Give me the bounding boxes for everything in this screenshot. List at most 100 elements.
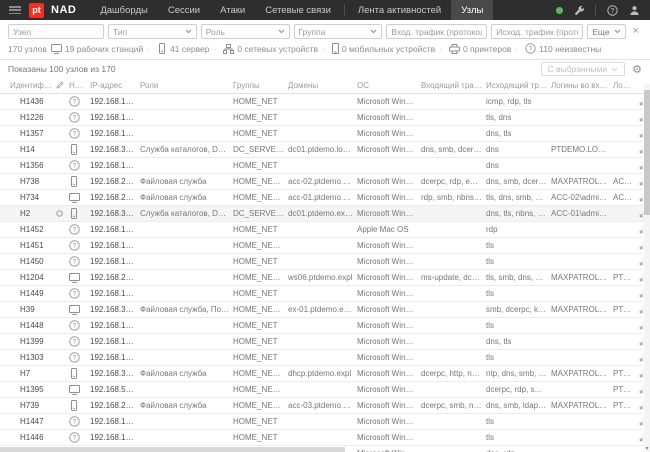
table-row[interactable]: H1399? 192.168.10.171 HOME_NET Microsoft Wi… [0, 334, 650, 350]
node-filter-input[interactable] [8, 24, 104, 39]
os-cell: Microsoft Windows N... [357, 193, 421, 202]
node-id-cell: H1226 [20, 113, 44, 122]
ip-cell: 192.168.31.11 [90, 369, 140, 378]
roles-cell: Файловая служба [140, 193, 207, 202]
unknown-icon: ? [69, 288, 90, 299]
node-id-cell: H1436 [20, 97, 44, 106]
domains-cell: dhcp.ptdemo.expl [288, 369, 352, 378]
traffic-out-cell: icmp, rdp, tls [486, 97, 532, 106]
table-row[interactable]: H1436? 192.168.10.102 HOME_NET Microsoft Wi… [0, 94, 650, 110]
table-row[interactable]: H1204 192.168.22.98 HOME_NET, Roo...ws06.p… [0, 270, 650, 286]
svg-text:?: ? [73, 435, 77, 442]
logins-cell: PTDEMO [613, 369, 637, 378]
traffic-out-cell: tls [486, 433, 494, 442]
header-name: Назв... [69, 81, 90, 90]
logins-in-cell: MAXPATROL8$, PTDE... [551, 401, 613, 410]
type-filter-select[interactable]: Тип [108, 24, 197, 39]
groups-cell: HOME_NET [233, 225, 278, 234]
groups-cell: HOME_NET [233, 353, 278, 362]
node-id-cell: H39 [20, 305, 35, 314]
nav-item-сессии[interactable]: Сессии [158, 0, 210, 20]
user-icon[interactable] [628, 4, 640, 16]
table-row[interactable]: H7 192.168.31.11 Файловая служба HOME_NET, … [0, 366, 650, 382]
unknown-icon: ? [69, 240, 90, 251]
ip-cell: 192.168.10.72 [90, 161, 140, 170]
vertical-scrollbar[interactable]: ▾ [644, 84, 650, 452]
with-selected-button[interactable]: С выбранными [540, 62, 626, 76]
vertical-scrollbar-thumb[interactable] [644, 90, 650, 215]
node-id-cell: H14 [20, 145, 35, 154]
os-cell: Microsoft Windows N... [357, 257, 421, 266]
stat-label: 110 неизвестны [539, 43, 602, 54]
server-icon [69, 400, 90, 411]
traffic-in-cell: dcerpc, rdp, encrypted, ... [421, 177, 486, 186]
os-cell: Microsoft Windows N... [357, 369, 421, 378]
table-row[interactable]: H1357? 192.168.10.85 HOME_NET Microsoft Win… [0, 126, 650, 142]
roles-cell: Файловая служба [140, 177, 207, 186]
traffic-out-cell: dns, smb, dcerpc, ldap, ... [486, 177, 551, 186]
role-filter-select[interactable]: Роль [200, 24, 290, 39]
table-row[interactable]: H14 192.168.30.1Служба каталогов, DNS-сер… [0, 142, 650, 158]
stat-item: 41 сервер [147, 43, 209, 54]
chevron-down-icon [611, 67, 618, 71]
os-cell: Microsoft Windows N... [357, 209, 421, 218]
outbound-traffic-filter-input[interactable] [491, 24, 584, 39]
node-id-cell: H7 [20, 369, 31, 378]
svg-text:?: ? [73, 227, 77, 234]
header-traffic-out: Исходящий трафик [486, 81, 551, 90]
table-row[interactable]: H1395 192.168.55.21 HOME_NET, Roo... Micros… [0, 382, 650, 398]
chevron-down-icon [614, 29, 620, 34]
clear-filters-icon[interactable]: × [630, 26, 642, 37]
more-filters-button[interactable]: Еще [587, 24, 626, 39]
gear-icon[interactable]: ⚙ [632, 64, 642, 75]
group-filter-select[interactable]: Группа [293, 24, 383, 39]
table-row[interactable]: H1226? 192.168.10.89 HOME_NET Microsoft Win… [0, 110, 650, 126]
inbound-traffic-filter-input[interactable] [386, 24, 488, 39]
wrench-icon[interactable] [573, 4, 585, 16]
ip-cell: 192.168.10.165 [90, 353, 140, 362]
node-id-cell: H1395 [20, 385, 44, 394]
table-row[interactable]: H1449? 192.168.10.202 HOME_NET Microsoft Wi… [0, 286, 650, 302]
ip-cell: 192.168.10.92 [90, 433, 140, 442]
traffic-out-cell: dns, tls [486, 129, 512, 138]
shown-count-text: Показаны 100 узлов из 170 [8, 64, 116, 74]
groups-cell: DC_SERVERS, H... [233, 209, 288, 218]
table-row[interactable]: H1451? 192.168.10.254 HOME_NET, Roo... Micr… [0, 238, 650, 254]
table-row[interactable]: H1356? 192.168.10.72 HOME_NET dns [0, 158, 650, 174]
groups-cell: HOME_NET, Roo... [233, 193, 288, 202]
nav-item-атаки[interactable]: Атаки [210, 0, 255, 20]
nav-item-лента-активностей[interactable]: Лента активностей [348, 0, 451, 20]
svg-text:?: ? [73, 131, 77, 138]
table-row[interactable]: H1446? 192.168.10.92 HOME_NET Microsoft Win… [0, 430, 650, 446]
table-row[interactable]: H1450? 192.168.10.245 HOME_NET Microsoft Wi… [0, 254, 650, 270]
horizontal-scrollbar-thumb[interactable] [0, 447, 345, 452]
help-icon[interactable]: ? [606, 4, 618, 16]
nav-item-дашборды[interactable]: Дашборды [90, 0, 158, 20]
table-row[interactable]: H734 192.168.23.1 Файловая служба HOME_NET,… [0, 190, 650, 206]
hamburger-menu-icon[interactable] [9, 6, 21, 14]
logins-in-cell: ACC-01\admin-acc01, ... [551, 209, 613, 218]
logins-in-cell: MAXPATROL8$, PTDE... [551, 369, 613, 378]
pt-logo[interactable]: pt [29, 2, 44, 18]
table-row[interactable]: H2 192.168.31.1Служба каталогов, DNS-серв… [0, 206, 650, 222]
nav-item-сетевые-связи[interactable]: Сетевые связи [255, 0, 341, 20]
table-row[interactable]: H1447? 192.168.10.153 HOME_NET Microsoft Wi… [0, 414, 650, 430]
ip-cell: 192.168.10.202 [90, 289, 140, 298]
roles-cell: Файловая служба, Почтовый серв... [140, 305, 233, 314]
node-id-cell: H1452 [20, 225, 44, 234]
table-row[interactable]: H1448? 192.168.10.177 HOME_NET Microsoft Wi… [0, 318, 650, 334]
stats-bar: 170 узлов 19 рабочих станций 41 сервер 0 с… [0, 42, 650, 60]
table-row[interactable]: H738 192.168.23.12 Файловая служба HOME_NET… [0, 174, 650, 190]
main-nav: Дашборды Сессии Атаки Сетевые связи Лента ак… [90, 0, 494, 20]
table-row[interactable]: H39 192.168.31.50Файловая служба, Почтовы… [0, 302, 650, 318]
traffic-out-cell: tls, dns, smb, dcerpc, ld... [486, 193, 551, 202]
logins-in-cell: MAXPATROL8$, PTDE... [551, 273, 613, 282]
scroll-down-arrow-icon[interactable]: ▾ [644, 445, 650, 452]
ip-cell: 192.168.23.1 [90, 193, 137, 202]
table-row[interactable]: H739 192.168.23.13 Файловая служба HOME_NET… [0, 398, 650, 414]
nav-item-узлы[interactable]: Узлы [451, 0, 494, 20]
table-row[interactable]: H1452? 192.168.10.11 HOME_NET Apple Mac OS r… [0, 222, 650, 238]
svg-text:?: ? [73, 259, 77, 266]
table-row[interactable]: H1303? 192.168.10.165 HOME_NET Microsoft Wi… [0, 350, 650, 366]
domains-cell: dc01.ptdemo.expl, ptdem... [288, 209, 357, 218]
